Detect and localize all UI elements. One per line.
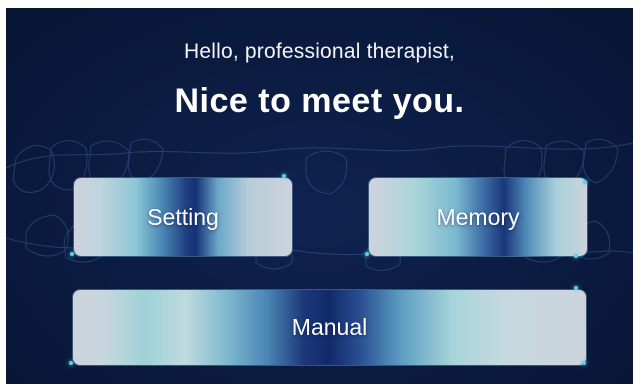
corner-dot-icon	[574, 286, 578, 290]
greeting-text: Hello, professional therapist,	[184, 40, 455, 63]
welcome-headline: Nice to meet you.	[174, 82, 465, 120]
manual-button[interactable]: Manual	[73, 290, 586, 365]
memory-button-label: Memory	[436, 203, 520, 230]
corner-dot-icon	[70, 252, 74, 256]
setting-button[interactable]: Setting	[74, 178, 292, 256]
corner-dot-icon	[582, 361, 586, 365]
memory-button[interactable]: Memory	[369, 178, 587, 256]
app-screen: Hello, professional therapist, Nice to m…	[6, 8, 633, 384]
corner-dot-icon	[583, 180, 587, 184]
corner-dot-icon	[282, 174, 286, 178]
corner-dot-icon	[365, 252, 369, 256]
setting-button-label: Setting	[147, 203, 219, 230]
corner-dot-icon	[69, 361, 73, 365]
corner-dot-icon	[574, 254, 578, 258]
manual-button-label: Manual	[291, 314, 368, 340]
